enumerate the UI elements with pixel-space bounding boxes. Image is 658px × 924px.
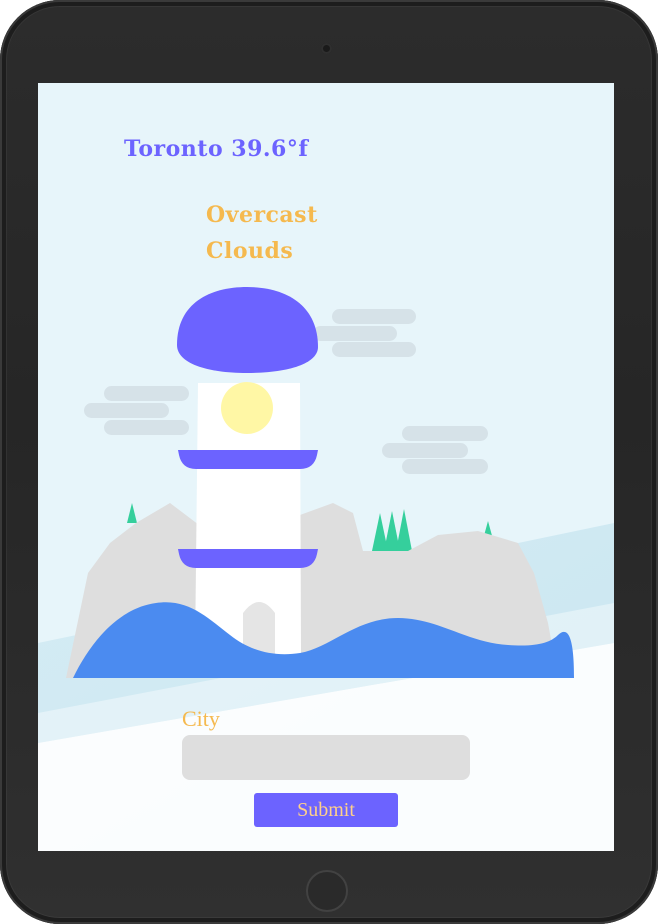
tablet-device-frame: Toronto 39.6°f Overcast Clouds City Subm… [0, 0, 658, 924]
lighthouse-balcony-lower [178, 549, 318, 568]
home-button[interactable] [306, 870, 348, 912]
lighthouse [177, 287, 318, 663]
cloud-left [84, 386, 189, 435]
city-label: City [182, 706, 220, 731]
city-input[interactable] [182, 735, 470, 780]
submit-button[interactable]: Submit [254, 793, 398, 827]
lighthouse-balcony-upper [178, 450, 318, 469]
app-screen: Toronto 39.6°f Overcast Clouds City Subm… [38, 83, 614, 851]
cloud-top-right [313, 309, 416, 357]
weather-description: Overcast Clouds [206, 202, 318, 264]
weather-title: Toronto 39.6°f [124, 136, 309, 162]
front-camera [321, 43, 332, 54]
cloud-middle-right [382, 426, 488, 474]
sun [221, 382, 273, 434]
lighthouse-dome [177, 287, 318, 373]
